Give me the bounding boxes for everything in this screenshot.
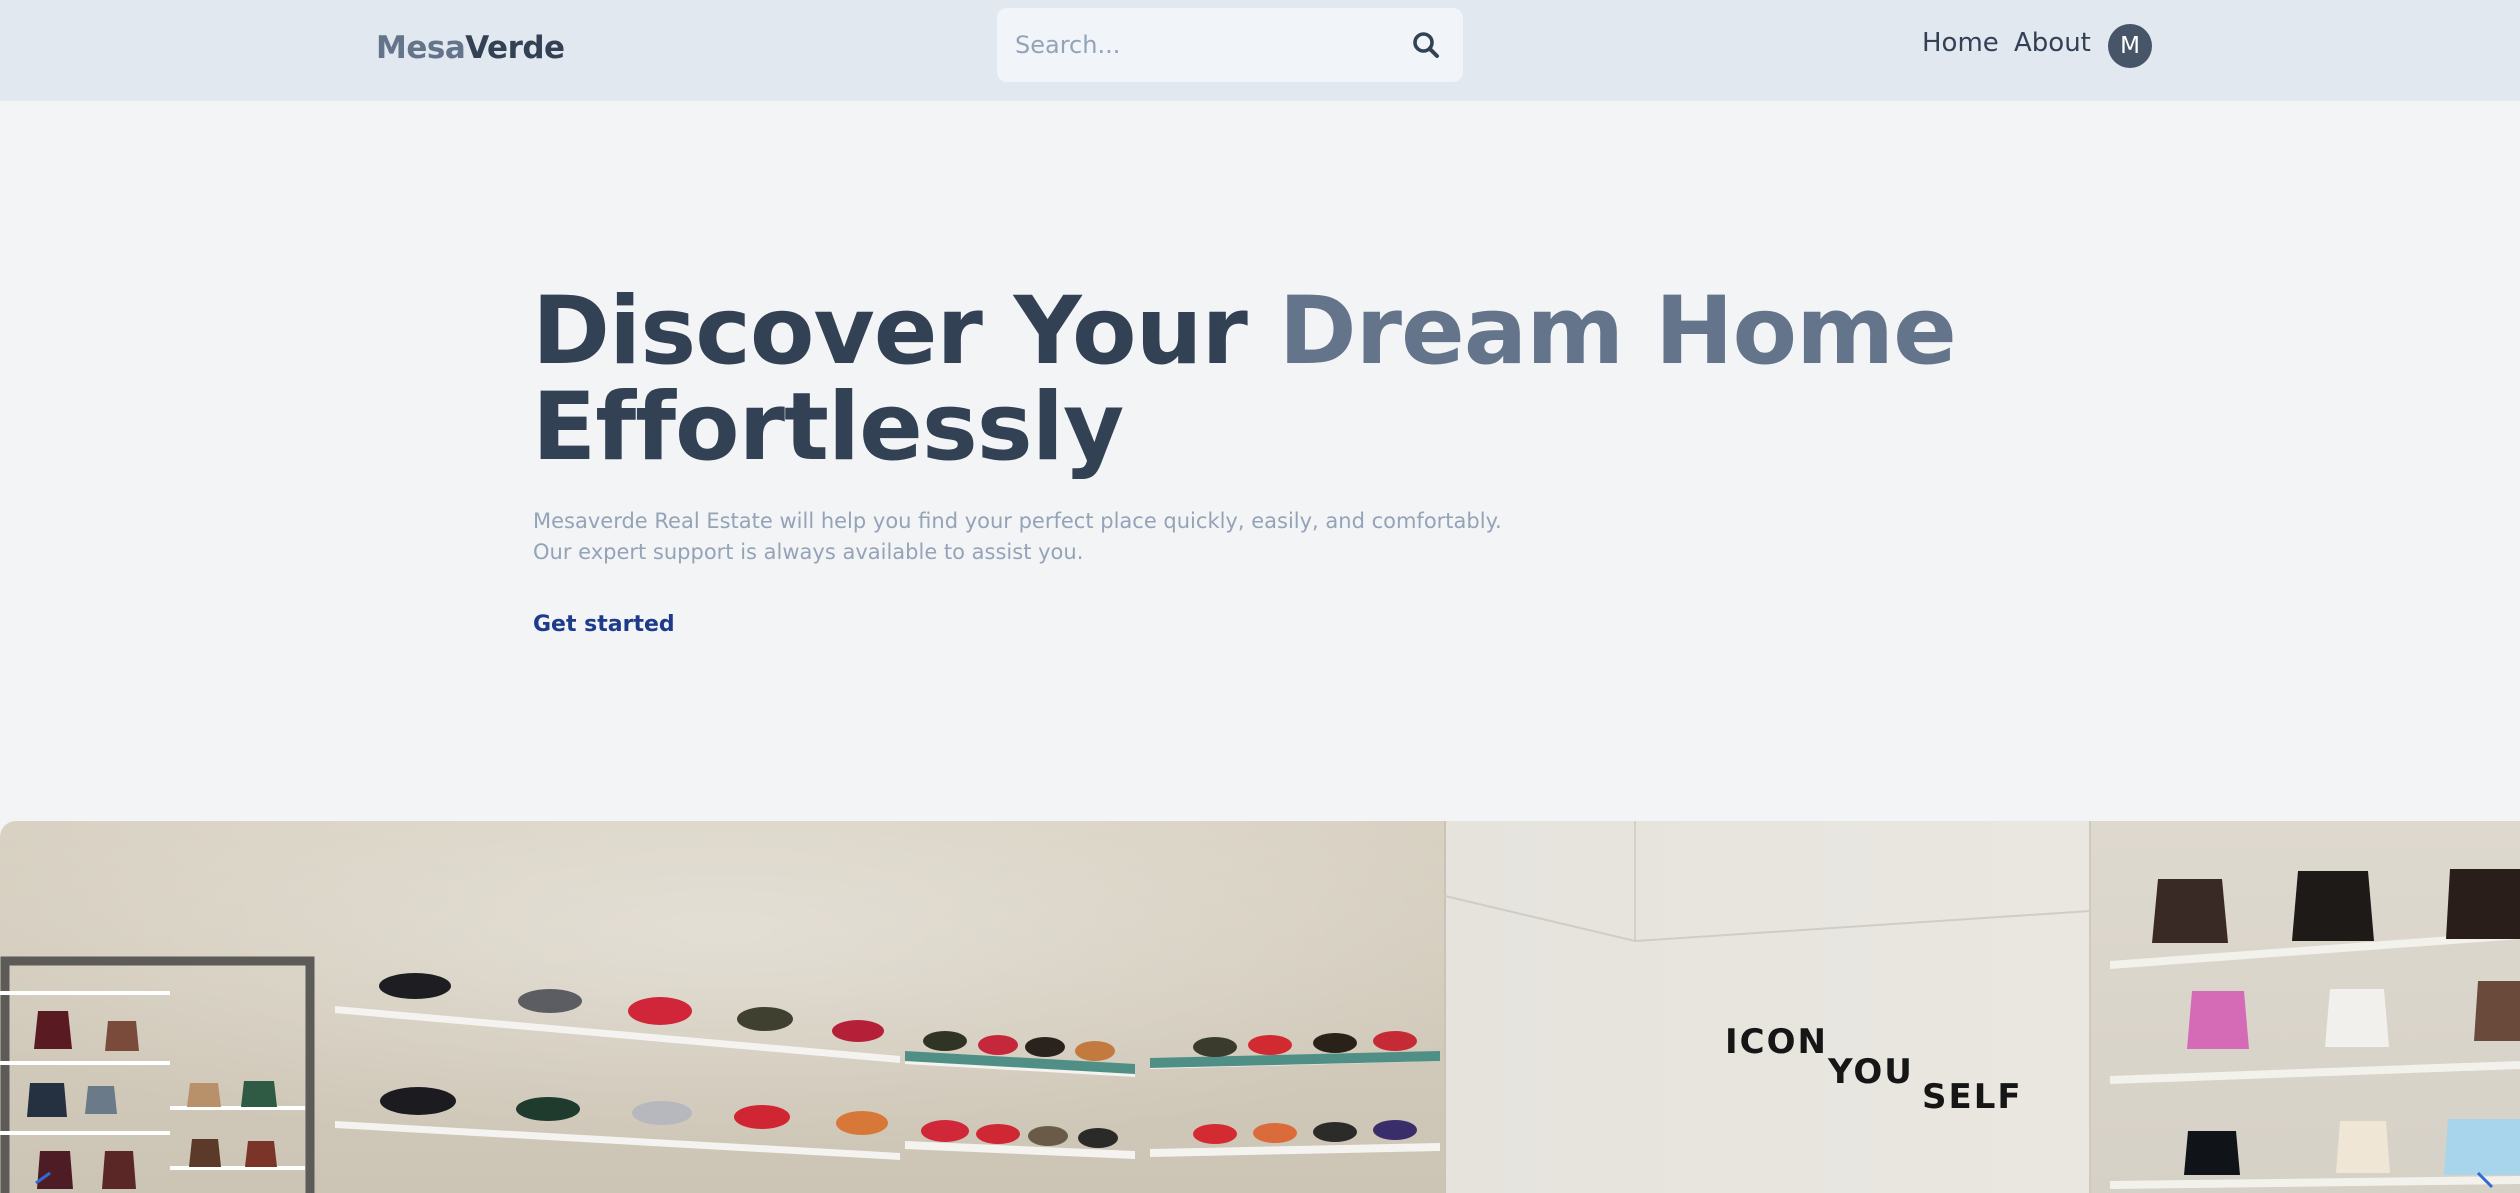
hero-title: Discover Your Dream Home Effortlessly — [532, 284, 1957, 476]
hero-title-part1: Discover Your — [532, 277, 1279, 386]
get-started-link[interactable]: Get started — [533, 612, 675, 637]
search-input[interactable] — [1015, 8, 1395, 82]
hero-description: Mesaverde Real Estate will help you find… — [533, 506, 1533, 568]
hero-description-line1: Mesaverde Real Estate will help you find… — [533, 509, 1502, 533]
navbar: MesaVerde Home About M — [0, 0, 2520, 101]
hero-description-line2: Our expert support is always available t… — [533, 540, 1084, 564]
nav-link-about[interactable]: About — [2014, 28, 2091, 58]
wall-text-self: SELF — [1922, 1077, 2023, 1117]
hero-title-accent: Dream Home — [1278, 277, 1957, 386]
nav-link-home[interactable]: Home — [1922, 28, 1999, 58]
hero-title-part2: Effortlessly — [532, 373, 1124, 482]
search-box — [997, 8, 1463, 82]
avatar-initial: M — [2120, 33, 2140, 59]
search-icon[interactable] — [1411, 30, 1441, 60]
wall-text-icon: ICON — [1725, 1022, 1828, 1062]
brand-name-part1: Mesa — [376, 30, 466, 66]
wall-text-you: YOU — [1827, 1052, 1914, 1092]
store-interior-image: ICON YOU SELF — [0, 821, 2520, 1193]
user-avatar[interactable]: M — [2108, 24, 2152, 68]
brand-name-part2: Verde — [465, 30, 565, 66]
brand-logo[interactable]: MesaVerde — [376, 30, 565, 66]
